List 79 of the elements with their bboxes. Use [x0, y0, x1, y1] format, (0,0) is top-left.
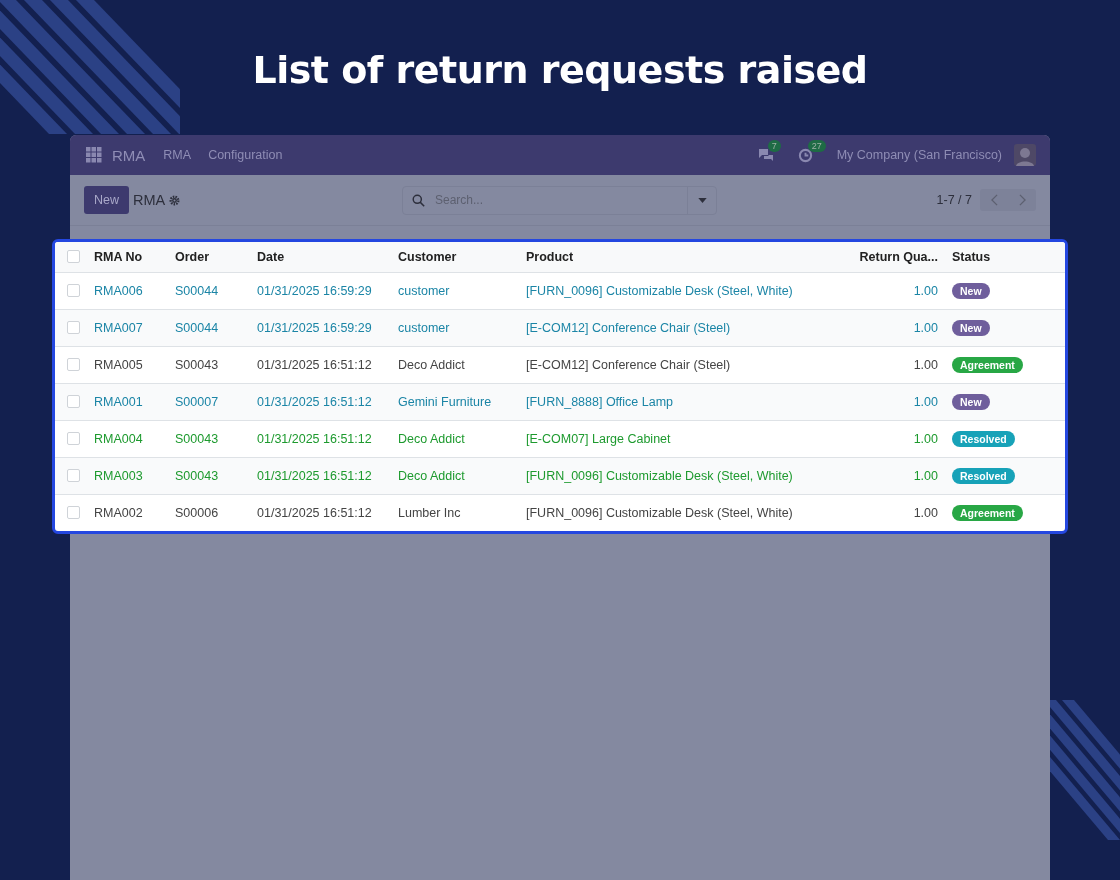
table-cell: 1.00: [913, 357, 938, 372]
clock-icon[interactable]: [797, 147, 813, 163]
table-cell: Deco Addict: [398, 357, 465, 372]
message-count-badge: 7: [767, 140, 781, 152]
table-cell: 1.00: [913, 468, 938, 483]
table-cell: S00044: [175, 320, 219, 335]
table-cell: 01/31/2025 16:51:12: [257, 394, 372, 409]
table-cell: RMA001: [94, 394, 143, 409]
table-cell: S00043: [175, 357, 219, 372]
table-cell: customer: [398, 320, 450, 335]
chevron-left-icon: [990, 194, 998, 206]
table-cell: RMA005: [94, 357, 143, 372]
table-cell: 1.00: [913, 394, 938, 409]
table-cell: [E-COM07] Large Cabinet: [526, 431, 671, 446]
table-cell: RMA004: [94, 431, 143, 446]
table-cell: S00043: [175, 431, 219, 446]
table-cell: RMA007: [94, 320, 143, 335]
breadcrumb-title: RMA: [133, 192, 166, 208]
chevron-right-icon: [1018, 194, 1026, 206]
status-badge: Agreement: [952, 356, 1023, 373]
table-cell: 01/31/2025 16:51:12: [257, 505, 372, 520]
table-cell: 01/31/2025 16:59:29: [257, 320, 372, 335]
table-cell: Gemini Furniture: [398, 394, 492, 409]
search-icon: [412, 193, 425, 207]
table-cell: Deco Addict: [398, 431, 465, 446]
row-checkbox[interactable]: [67, 284, 80, 297]
column-header[interactable]: Date: [257, 249, 285, 264]
row-checkbox[interactable]: [67, 506, 80, 519]
row-checkbox[interactable]: [67, 432, 80, 445]
table-cell: 01/31/2025 16:51:12: [257, 431, 372, 446]
status-badge: Resolved: [952, 467, 1015, 484]
table-cell: [FURN_8888] Office Lamp: [526, 394, 674, 409]
status-badge: New: [952, 319, 990, 336]
chat-icon[interactable]: [757, 148, 774, 162]
row-checkbox[interactable]: [67, 395, 80, 408]
activity-count-badge: 27: [807, 139, 826, 152]
table-cell: 1.00: [913, 505, 938, 520]
table-cell: 01/31/2025 16:51:12: [257, 357, 372, 372]
column-header[interactable]: Product: [526, 249, 574, 264]
caret-icon: [697, 197, 707, 203]
table-cell: [FURN_0096] Customizable Desk (Steel, White): [526, 468, 793, 483]
table-cell: RMA006: [94, 283, 143, 298]
column-header[interactable]: Order: [175, 249, 210, 264]
table-cell: [E-COM12] Conference Chair (Steel): [526, 320, 731, 335]
page-heading: List of return requests raised: [252, 48, 868, 92]
table-cell: S00006: [175, 505, 219, 520]
column-header[interactable]: Customer: [398, 249, 457, 264]
table-cell: 01/31/2025 16:59:29: [257, 283, 372, 298]
column-header[interactable]: Return Qua...: [859, 249, 938, 264]
status-badge: Agreement: [952, 504, 1023, 521]
row-checkbox[interactable]: [67, 358, 80, 371]
pager-value: 1-7 / 7: [936, 193, 972, 207]
table-cell: S00007: [175, 394, 219, 409]
app-grid-icon[interactable]: [86, 147, 102, 163]
select-all-checkbox[interactable]: [67, 250, 80, 264]
table-cell: [E-COM12] Conference Chair (Steel): [526, 357, 731, 372]
table-cell: S00044: [175, 283, 219, 298]
table-cell: 01/31/2025 16:51:12: [257, 468, 372, 483]
table-cell: customer: [398, 283, 450, 298]
status-badge: Resolved: [952, 430, 1015, 447]
new-button[interactable]: New: [84, 186, 129, 214]
table-cell: Lumber Inc: [398, 505, 461, 520]
table-cell: [FURN_0096] Customizable Desk (Steel, White): [526, 505, 793, 520]
table-cell: RMA003: [94, 468, 143, 483]
table-cell: S00043: [175, 468, 219, 483]
table-cell: 1.00: [913, 431, 938, 446]
table-cell: 1.00: [913, 283, 938, 298]
status-badge: New: [952, 282, 990, 299]
row-checkbox[interactable]: [67, 321, 80, 334]
status-badge: New: [952, 393, 990, 410]
column-header[interactable]: Status: [952, 249, 991, 264]
user-avatar-icon[interactable]: [1014, 144, 1036, 166]
table-cell: Deco Addict: [398, 468, 465, 483]
table-cell: RMA002: [94, 505, 143, 520]
table-cell: [FURN_0096] Customizable Desk (Steel, White): [526, 283, 793, 298]
table-cell: 1.00: [913, 320, 938, 335]
row-checkbox[interactable]: [67, 469, 80, 482]
column-header[interactable]: RMA No: [94, 249, 143, 264]
settings-icon[interactable]: [169, 194, 181, 206]
